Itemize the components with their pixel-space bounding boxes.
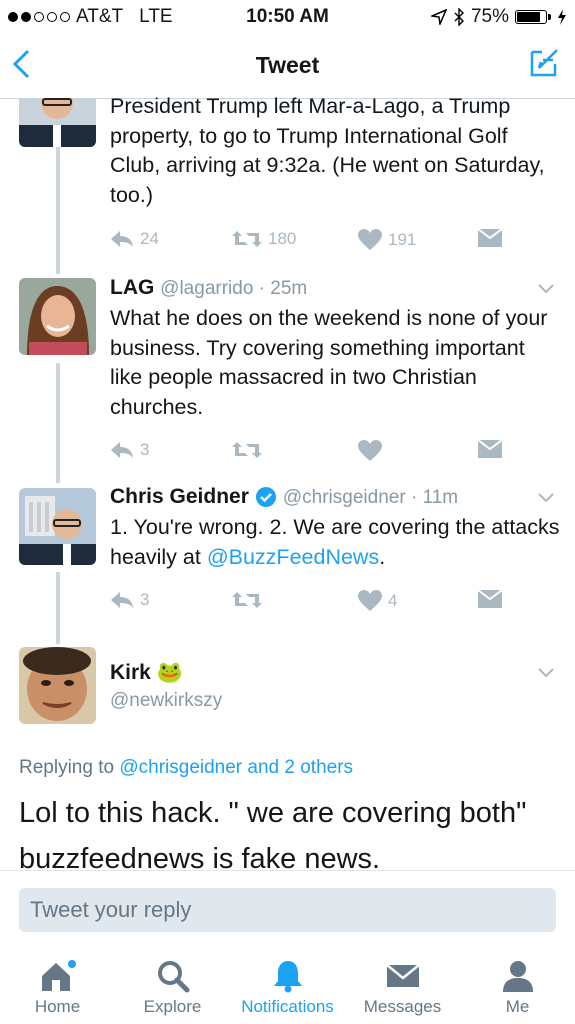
direct-message-button[interactable] [478, 229, 502, 247]
tab-me[interactable]: Me [460, 947, 575, 1017]
tab-label: Home [34, 997, 81, 1016]
like-button[interactable]: 4 [358, 590, 397, 612]
direct-message-button[interactable] [478, 440, 502, 458]
tweet-header: Chris Geidner @chrisgeidner · 11m [110, 485, 458, 509]
navigation-bar: Tweet [0, 34, 575, 99]
tweet-actions: 24 180 191 [110, 229, 530, 253]
divider [0, 870, 575, 871]
tweet-actions: 3 4 [110, 590, 530, 614]
reply-button[interactable]: 3 [110, 440, 149, 460]
envelope-icon [478, 229, 502, 247]
tab-messages[interactable]: Messages [345, 947, 460, 1017]
tab-home[interactable]: Home [0, 947, 115, 1017]
battery-percent: 75% [470, 6, 509, 27]
user-handle[interactable]: @lagarrido [160, 278, 253, 299]
location-icon [430, 9, 447, 25]
reply-icon [111, 442, 133, 458]
retweet-icon [232, 231, 262, 247]
retweet-button[interactable] [232, 440, 262, 460]
retweet-icon [232, 442, 262, 458]
chevron-down-icon[interactable] [537, 492, 555, 504]
separator-dot: · [405, 487, 423, 508]
tab-label: Messages [363, 997, 442, 1016]
like-button[interactable] [358, 440, 382, 462]
thread-line [56, 363, 60, 483]
reply-icon [111, 592, 133, 608]
tab-explore[interactable]: Explore [115, 947, 230, 1017]
tweet-text: President Trump left Mar-a-Lago, a Trump… [110, 94, 545, 207]
tab-label: Notifications [241, 997, 334, 1016]
tab-notifications[interactable]: Notifications [230, 947, 345, 1017]
bell-icon [273, 961, 302, 993]
thread-line [56, 146, 60, 274]
status-bar: AT&T LTE 10:50 AM 75% [0, 0, 575, 34]
direct-message-button[interactable] [478, 590, 502, 608]
avatar[interactable] [19, 488, 96, 565]
heart-icon [358, 590, 382, 611]
like-count: 4 [388, 591, 398, 610]
person-icon [502, 961, 533, 992]
main-tweet-header: Kirk 🐸 @newkirkszy [110, 659, 222, 715]
tweet-header: LAG @lagarrido · 25m [110, 276, 307, 300]
like-button[interactable]: 191 [358, 229, 416, 251]
home-icon [41, 960, 76, 991]
like-count: 191 [388, 230, 417, 249]
separator-dot: · [253, 278, 271, 299]
retweet-button[interactable]: 180 [232, 229, 296, 249]
page-title: Tweet [255, 52, 320, 78]
replying-to-link[interactable]: @chrisgeidner and 2 others [119, 757, 353, 778]
retweet-icon [232, 592, 262, 608]
envelope-icon [478, 440, 502, 458]
tab-label: Explore [143, 997, 202, 1016]
reply-icon [111, 231, 133, 247]
tab-bar: Home Explore Notifications Messages Me [0, 947, 575, 1024]
bluetooth-icon [454, 8, 464, 26]
search-icon [157, 961, 189, 993]
chevron-down-icon[interactable] [537, 667, 555, 679]
heart-icon [358, 440, 382, 461]
mention-link[interactable]: @BuzzFeedNews [207, 545, 379, 569]
user-name[interactable]: Kirk [110, 661, 151, 684]
tweet-time: 11m [422, 487, 459, 508]
chevron-down-icon[interactable] [537, 283, 555, 295]
frog-emoji: 🐸 [156, 661, 183, 684]
avatar[interactable] [19, 278, 96, 355]
replying-to-prefix: Replying to [19, 757, 120, 778]
tweet-actions: 3 [110, 440, 530, 464]
reply-count: 3 [140, 440, 150, 459]
user-handle[interactable]: @chrisgeidner [283, 487, 406, 508]
envelope-icon [478, 590, 502, 608]
charging-icon [558, 9, 566, 25]
thread-line [56, 572, 60, 644]
user-handle[interactable]: @newkirkszy [110, 687, 222, 715]
reply-input[interactable]: Tweet your reply [19, 888, 556, 932]
tweet-text: 1. You're wrong. 2. We are covering the … [110, 513, 560, 572]
retweet-button[interactable] [232, 590, 262, 610]
user-name[interactable]: LAG [110, 276, 154, 299]
tab-label: Me [505, 997, 530, 1016]
main-tweet-text: Lol to this hack. " we are covering both… [19, 797, 527, 875]
reply-count: 3 [140, 590, 150, 609]
reply-button[interactable]: 3 [110, 590, 149, 610]
tweet-time: 25m [270, 278, 308, 299]
tweet-body-end: . [379, 544, 386, 569]
status-right: 75% [430, 6, 567, 28]
envelope-icon [385, 964, 420, 987]
compose-tweet-icon[interactable] [529, 46, 561, 78]
avatar[interactable] [19, 647, 96, 724]
verified-badge-icon [255, 487, 276, 507]
user-name[interactable]: Chris Geidner [110, 485, 249, 509]
replying-to: Replying to @chrisgeidner and 2 others [19, 757, 353, 779]
reply-button[interactable]: 24 [110, 229, 159, 249]
retweet-count: 180 [268, 229, 297, 248]
tweet-text: What he does on the weekend is none of y… [110, 306, 548, 419]
battery-icon [515, 10, 551, 24]
heart-icon [358, 229, 382, 250]
reply-count: 24 [140, 229, 159, 248]
